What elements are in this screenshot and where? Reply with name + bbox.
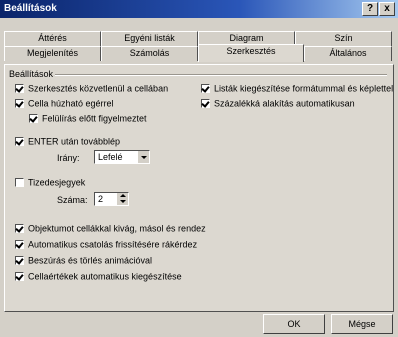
cancel-button[interactable]: Mégse — [331, 314, 393, 334]
checkbox-drag-drop[interactable] — [15, 99, 24, 109]
places-spinner[interactable]: 2 — [94, 192, 129, 206]
title-bar: Beállítások ? x — [0, 0, 398, 18]
option-ask-update-links[interactable]: Automatikus csatolás frissítésére rákérd… — [15, 239, 197, 251]
help-button[interactable]: ? — [362, 2, 378, 16]
places-value: 2 — [98, 194, 104, 204]
tab-megjelenites[interactable]: Megjelenítés — [4, 46, 101, 61]
option-cut-copy-sort[interactable]: Objektumot cellákkal kivág, másol és ren… — [15, 223, 206, 235]
option-drag-drop[interactable]: Cella húzható egérrel — [15, 98, 114, 110]
places-label: Száma: — [57, 195, 88, 205]
spinner-buttons — [116, 193, 128, 205]
option-move-after-enter[interactable]: ENTER után továbblép — [15, 136, 120, 148]
group-separator — [55, 74, 387, 76]
tab-szamolas[interactable]: Számolás — [101, 46, 198, 61]
tab-altalanos[interactable]: Általános — [304, 46, 392, 61]
checkbox-fixed-decimal[interactable] — [15, 178, 24, 188]
window-title: Beállítások — [4, 3, 57, 14]
tab-egyeni-listak[interactable]: Egyéni listák — [101, 31, 198, 46]
tab-szerkesztes[interactable]: Szerkesztés — [198, 44, 304, 62]
checkbox-direct-edit[interactable] — [15, 84, 24, 94]
checkbox-ask-update-links[interactable] — [15, 240, 24, 250]
option-extend-formats[interactable]: Listák kiegészítése formátummal és képle… — [201, 83, 393, 95]
settings-panel: Beállítások Szerkesztés közvetlenül a ce… — [4, 64, 394, 312]
checkbox-cut-copy-sort[interactable] — [15, 224, 24, 234]
checkbox-autocomplete[interactable] — [15, 272, 24, 282]
close-button[interactable]: x — [379, 2, 395, 16]
checkbox-animation[interactable] — [15, 256, 24, 266]
checkbox-extend-formats[interactable] — [201, 84, 210, 94]
tab-szin[interactable]: Szín — [295, 31, 392, 46]
tab-atteres[interactable]: Áttérés — [4, 31, 101, 46]
direction-value: Lefelé — [98, 152, 123, 162]
option-auto-percent[interactable]: Százalékká alakítás automatikusan — [201, 98, 355, 110]
chevron-down-icon[interactable] — [137, 151, 149, 163]
option-overwrite-warn[interactable]: Felülírás előtt figyelmeztet — [29, 113, 147, 125]
option-autocomplete[interactable]: Cellaértékek automatikus kiegészítése — [15, 271, 182, 283]
ok-button[interactable]: OK — [263, 314, 325, 334]
option-fixed-decimal[interactable]: Tizedesjegyek — [15, 177, 85, 189]
option-animation[interactable]: Beszúrás és törlés animációval — [15, 255, 152, 267]
checkbox-auto-percent[interactable] — [201, 99, 210, 109]
dialog-body: Áttérés Egyéni listák Diagram Szín Megje… — [0, 18, 398, 337]
group-label: Beállítások — [9, 69, 54, 79]
option-direct-edit[interactable]: Szerkesztés közvetlenül a cellában — [15, 83, 168, 95]
checkbox-move-after-enter[interactable] — [15, 137, 24, 147]
direction-select[interactable]: Lefelé — [94, 150, 150, 164]
direction-label: Irány: — [57, 153, 80, 163]
checkbox-overwrite-warn[interactable] — [29, 114, 38, 124]
spin-down-icon[interactable] — [116, 199, 128, 205]
